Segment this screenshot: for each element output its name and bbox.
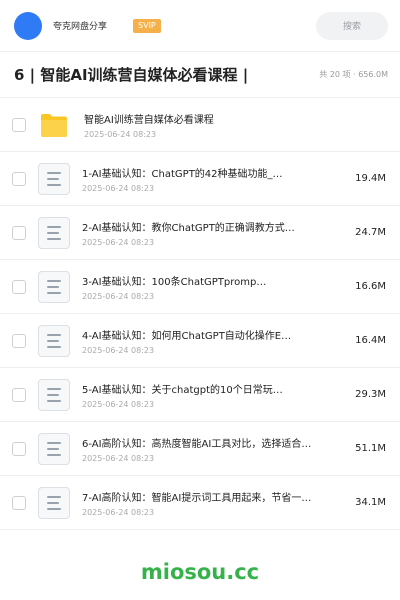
- file-size: 24.7M: [355, 227, 386, 238]
- document-icon: [38, 216, 70, 249]
- file-date: 2025-06-24 08:23: [82, 237, 155, 247]
- file-info: 6-AI高阶认知：高热度智能AI工具对比，选择适合… 2025-06-24 08…: [82, 435, 347, 463]
- file-info: 5-AI基础认知：关于chatgpt的10个日常玩… 2025-06-24 08…: [82, 381, 347, 409]
- file-info: 1-AI基础认知：ChatGPT的42种基础功能_… 2025-06-24 08…: [82, 165, 347, 193]
- row-checkbox[interactable]: [12, 333, 26, 348]
- row-checkbox[interactable]: [12, 495, 26, 510]
- list-item[interactable]: 智能AI训练营自媒体必看课程 2025-06-24 08:23: [0, 98, 400, 152]
- file-name: 4-AI基础认知：如何用ChatGPT自动化操作E…: [82, 330, 292, 342]
- file-size: 34.1M: [355, 497, 386, 508]
- file-name: 智能AI训练营自媒体必看课程: [84, 114, 214, 126]
- list-item[interactable]: 3-AI基础认知：100条ChatGPTpromp… 2025-06-24 08…: [0, 260, 400, 314]
- row-checkbox[interactable]: [12, 279, 26, 294]
- file-date: 2025-06-24 08:23: [82, 453, 155, 463]
- file-info: 2-AI基础认知：教你ChatGPT的正确调教方式… 2025-06-24 08…: [82, 219, 347, 247]
- row-checkbox[interactable]: [12, 441, 26, 456]
- watermark: miosou.cc: [140, 560, 260, 584]
- row-checkbox[interactable]: [12, 171, 26, 186]
- file-size: 16.6M: [355, 281, 386, 292]
- search-placeholder: 搜索: [342, 22, 361, 32]
- file-date: 2025-06-24 08:23: [82, 399, 155, 409]
- file-info: 7-AI高阶认知：智能AI提示词工具用起来，节省一… 2025-06-24 08…: [82, 489, 347, 517]
- file-name: 2-AI基础认知：教你ChatGPT的正确调教方式…: [82, 222, 295, 234]
- file-name: 5-AI基础认知：关于chatgpt的10个日常玩…: [82, 384, 283, 396]
- file-name: 7-AI高阶认知：智能AI提示词工具用起来，节省一…: [82, 492, 312, 504]
- row-checkbox[interactable]: [12, 387, 26, 402]
- vip-badge: SVIP: [133, 18, 161, 33]
- row-checkbox[interactable]: [12, 225, 26, 240]
- file-name: 6-AI高阶认知：高热度智能AI工具对比，选择适合…: [82, 438, 312, 450]
- file-date: 2025-06-24 08:23: [82, 507, 155, 517]
- user-name[interactable]: 夸克网盘分享: [53, 19, 107, 32]
- row-checkbox[interactable]: [12, 117, 26, 132]
- list-item[interactable]: 1-AI基础认知：ChatGPT的42种基础功能_… 2025-06-24 08…: [0, 152, 400, 206]
- list-item[interactable]: 7-AI高阶认知：智能AI提示词工具用起来，节省一… 2025-06-24 08…: [0, 476, 400, 530]
- file-date: 2025-06-24 08:23: [82, 345, 155, 355]
- file-name: 1-AI基础认知：ChatGPT的42种基础功能_…: [82, 168, 283, 180]
- file-date: 2025-06-24 08:23: [82, 291, 155, 301]
- file-info: 4-AI基础认知：如何用ChatGPT自动化操作E… 2025-06-24 08…: [82, 327, 347, 355]
- list-item[interactable]: 5-AI基础认知：关于chatgpt的10个日常玩… 2025-06-24 08…: [0, 368, 400, 422]
- search-input[interactable]: 搜索: [316, 11, 388, 40]
- file-info: 智能AI训练营自媒体必看课程 2025-06-24 08:23: [84, 111, 386, 139]
- file-date: 2025-06-24 08:23: [84, 129, 157, 139]
- document-icon: [38, 486, 70, 519]
- folder-meta: 共 20 项 · 656.0M: [319, 70, 388, 79]
- file-size: 29.3M: [355, 389, 386, 400]
- file-list: 智能AI训练营自媒体必看课程 2025-06-24 08:23 1-AI基础认知…: [0, 98, 400, 530]
- avatar[interactable]: [14, 11, 42, 40]
- document-icon: [38, 270, 70, 303]
- folder-title-bar: 6 | 智能AI训练营自媒体必看课程 | 共 20 项 · 656.0M: [0, 52, 400, 98]
- file-name: 3-AI基础认知：100条ChatGPTpromp…: [82, 276, 267, 288]
- file-size: 16.4M: [355, 335, 386, 346]
- document-icon: [38, 432, 70, 465]
- list-item[interactable]: 4-AI基础认知：如何用ChatGPT自动化操作E… 2025-06-24 08…: [0, 314, 400, 368]
- page-title: 6 | 智能AI训练营自媒体必看课程 |: [14, 66, 249, 84]
- file-size: 19.4M: [355, 173, 386, 184]
- list-item[interactable]: 6-AI高阶认知：高热度智能AI工具对比，选择适合… 2025-06-24 08…: [0, 422, 400, 476]
- top-header: 夸克网盘分享 SVIP 搜索: [0, 0, 400, 52]
- document-icon: [38, 162, 70, 195]
- file-date: 2025-06-24 08:23: [82, 183, 155, 193]
- document-icon: [38, 324, 70, 357]
- list-item[interactable]: 2-AI基础认知：教你ChatGPT的正确调教方式… 2025-06-24 08…: [0, 206, 400, 260]
- folder-icon: [40, 112, 68, 138]
- file-info: 3-AI基础认知：100条ChatGPTpromp… 2025-06-24 08…: [82, 273, 347, 301]
- file-size: 51.1M: [355, 443, 386, 454]
- document-icon: [38, 378, 70, 411]
